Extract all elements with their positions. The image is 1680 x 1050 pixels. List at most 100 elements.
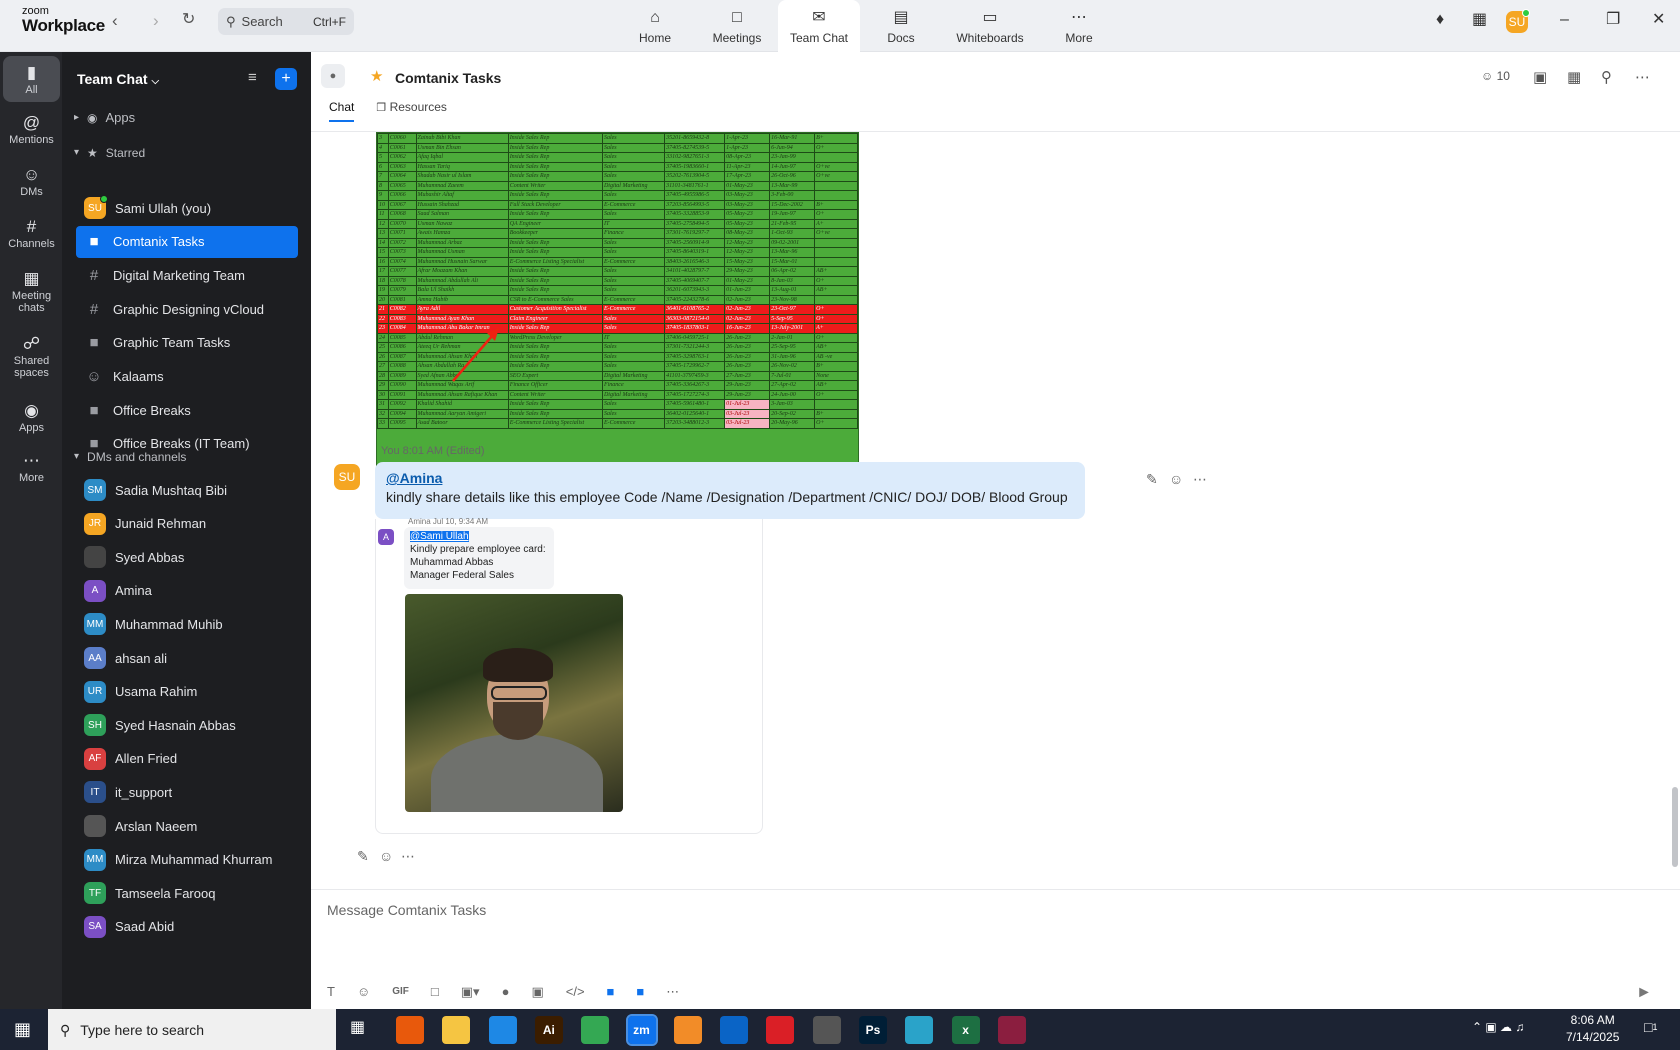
firefox-app-icon[interactable]: [396, 1016, 424, 1044]
tab-more[interactable]: ⋯ More: [1038, 0, 1120, 52]
app12-app-icon[interactable]: [905, 1016, 934, 1044]
clock[interactable]: 8:06 AM 7/14/2025: [1566, 1012, 1619, 1046]
dm-item[interactable]: JR Junaid Rehman: [76, 508, 298, 540]
sidebar-title[interactable]: Team Chat ⌵: [77, 71, 159, 87]
tray-icons[interactable]: ⌃ ▣ ☁ ♫: [1472, 1021, 1524, 1033]
tab-team-chat[interactable]: ✉ Team Chat: [778, 0, 860, 52]
tab-chat[interactable]: Chat: [329, 100, 355, 122]
user-avatar[interactable]: SU: [1506, 9, 1530, 33]
more-icon[interactable]: ⋯: [401, 849, 415, 863]
more-icon[interactable]: ⋯: [1635, 70, 1650, 85]
dm-item[interactable]: AA ahsan ali: [76, 642, 298, 674]
new-chat-button[interactable]: +: [275, 68, 297, 90]
pen-app-icon[interactable]: [812, 1016, 841, 1044]
rail-apps[interactable]: ◉ Apps: [3, 402, 60, 434]
dm-item[interactable]: SM Sadia Mushtaq Bibi: [76, 474, 298, 506]
dm-item[interactable]: MM Mirza Muhammad Khurram: [76, 844, 298, 876]
search-input[interactable]: ⚲ Search Ctrl+F: [218, 8, 354, 35]
sidebar-item[interactable]: # Graphic Designing vCloud: [76, 293, 298, 325]
rail-mentions[interactable]: @ Mentions: [3, 114, 60, 146]
message-composer[interactable]: Message Comtanix Tasks T ☺ GIF □ ▣▾ ● ▣ …: [311, 889, 1680, 1009]
dm-item[interactable]: Syed Abbas: [76, 541, 298, 573]
quoted-mention[interactable]: @Sami Ullah: [410, 531, 469, 542]
file-icon[interactable]: □: [431, 985, 439, 998]
rail-dms[interactable]: ☺ DMs: [3, 166, 60, 198]
dm-item[interactable]: TF Tamseela Farooq: [76, 877, 298, 909]
close-icon[interactable]: ✕: [1652, 12, 1665, 28]
dm-item[interactable]: SA Saad Abid: [76, 911, 298, 943]
windows-start-icon[interactable]: ▦: [14, 1020, 31, 1038]
excel-app-icon[interactable]: x: [951, 1016, 980, 1044]
dm-item[interactable]: AF Allen Fried: [76, 743, 298, 775]
video-icon[interactable]: ▣: [1533, 70, 1547, 85]
filter-icon[interactable]: ≡: [248, 70, 257, 85]
emoji-icon[interactable]: ☺: [357, 985, 370, 998]
rail-channels[interactable]: # Channels: [3, 218, 60, 250]
vscode-app-icon[interactable]: [488, 1016, 517, 1044]
reply-icon[interactable]: ✎: [1146, 472, 1158, 486]
dm-item[interactable]: Arslan Naeem: [76, 810, 298, 842]
dm-item[interactable]: SH Syed Hasnain Abbas: [76, 709, 298, 741]
tab-resources[interactable]: ❐ Resources: [376, 100, 447, 122]
section-dms[interactable]: ▾ DMs and channels: [74, 450, 186, 464]
dm-item[interactable]: UR Usama Rahim: [76, 676, 298, 708]
dm-item[interactable]: MM Muhammad Muhib: [76, 608, 298, 640]
bell-icon[interactable]: ♦: [1436, 12, 1444, 28]
star-icon[interactable]: ★: [370, 69, 383, 84]
maximize-icon[interactable]: ❐: [1606, 12, 1620, 28]
zoom-app-icon[interactable]: zm: [625, 1014, 658, 1046]
tab-meetings[interactable]: □ Meetings: [696, 0, 778, 52]
rail-shared-spaces[interactable]: ☍ Shared spaces: [3, 335, 60, 379]
chrome-app-icon[interactable]: [581, 1016, 610, 1044]
section-starred[interactable]: ▾ ★ Starred: [74, 146, 145, 160]
emoji-icon[interactable]: ☺: [379, 849, 393, 863]
rail-all[interactable]: ▮ All: [3, 56, 60, 102]
photoshop-app-icon[interactable]: Ps: [859, 1016, 887, 1044]
tab-whiteboards[interactable]: ▭ Whiteboards: [942, 0, 1038, 52]
minimize-icon[interactable]: –: [1560, 12, 1569, 28]
tab-home[interactable]: ⌂ Home: [614, 0, 696, 52]
send-icon[interactable]: ►: [1636, 985, 1652, 1001]
scrollbar[interactable]: [1672, 787, 1678, 867]
dm-item[interactable]: IT it_support: [76, 776, 298, 808]
sender-avatar[interactable]: SU: [334, 464, 360, 490]
more-icon[interactable]: ⋯: [1193, 472, 1207, 486]
dm-item[interactable]: A Amina: [76, 575, 298, 607]
message-input[interactable]: Message Comtanix Tasks: [327, 902, 486, 918]
calendar-icon[interactable]: ▦: [1472, 12, 1487, 28]
cc-app-icon[interactable]: [766, 1016, 795, 1044]
app-icon[interactable]: ■: [636, 985, 644, 998]
rail-more[interactable]: ⋯ More: [3, 452, 60, 484]
outlook-app-icon[interactable]: [720, 1016, 749, 1044]
employee-photo[interactable]: [405, 594, 623, 812]
rail-meeting-chats[interactable]: ▦ Meeting chats: [3, 270, 60, 314]
channel-title[interactable]: Comtanix Tasks: [395, 70, 501, 86]
text-format-icon[interactable]: T: [327, 985, 335, 998]
screenshot-icon[interactable]: ▣▾: [461, 985, 480, 998]
sidebar-item[interactable]: # Digital Marketing Team: [76, 259, 298, 291]
emoji-icon[interactable]: ☺: [1169, 472, 1183, 486]
notification-icon[interactable]: □ 1: [1644, 1020, 1657, 1034]
section-apps[interactable]: ▸ ◉ Apps: [74, 110, 135, 125]
tab-docs[interactable]: ▤ Docs: [860, 0, 942, 52]
sidebar-item[interactable]: ■ Graphic Team Tasks: [76, 327, 298, 359]
sidebar-item[interactable]: ■ Comtanix Tasks: [76, 225, 298, 258]
microphone-icon[interactable]: ●: [502, 985, 510, 998]
task-view-icon[interactable]: ▦: [350, 1020, 365, 1036]
gif-icon[interactable]: GIF: [392, 986, 409, 997]
calendar-icon[interactable]: ▦: [1567, 70, 1581, 85]
illustrator-app-icon[interactable]: Ai: [534, 1016, 563, 1044]
forward-arrow-icon[interactable]: ›: [153, 12, 159, 29]
explorer-app-icon[interactable]: [442, 1016, 471, 1044]
more-icon[interactable]: ⋯: [666, 985, 679, 998]
search-icon[interactable]: ⚲: [1601, 70, 1612, 85]
mention-link[interactable]: @Amina: [386, 470, 1074, 486]
members-count[interactable]: ☺ 10: [1481, 70, 1510, 82]
back-arrow-icon[interactable]: ‹: [112, 12, 118, 29]
app7-app-icon[interactable]: [673, 1016, 702, 1044]
code-icon[interactable]: </>: [566, 985, 585, 998]
reply-icon[interactable]: ✎: [357, 849, 369, 863]
sidebar-item[interactable]: ☺ Kalaams: [76, 361, 298, 393]
winrar-app-icon[interactable]: [997, 1016, 1026, 1044]
sidebar-item[interactable]: ■ Office Breaks: [76, 394, 298, 426]
